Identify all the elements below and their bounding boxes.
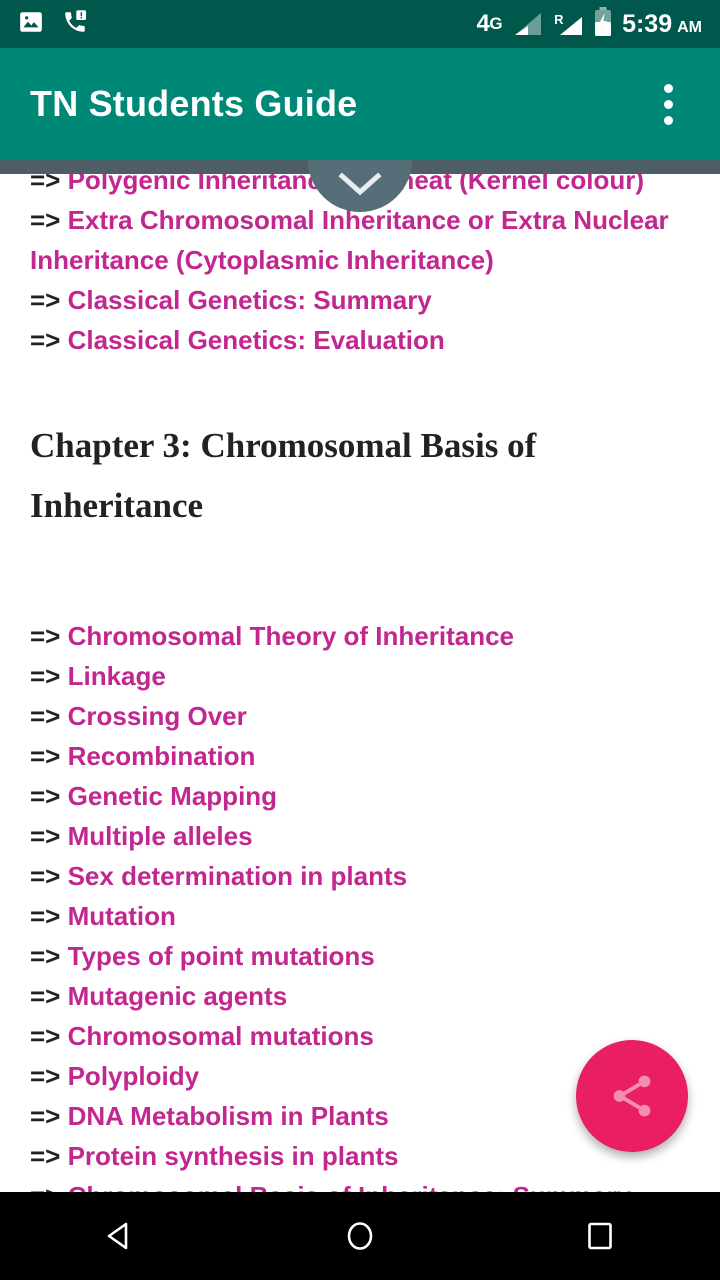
content-link[interactable]: Mutation: [68, 901, 176, 931]
signal-bars-sim2-roaming-icon: R: [552, 9, 584, 39]
content-link[interactable]: Extra Chromosomal Inheritance or Extra N…: [30, 205, 669, 275]
content-link-row[interactable]: => Chromosomal Theory of Inheritance: [30, 616, 690, 656]
content-link-row[interactable]: => Classical Genetics: Evaluation: [30, 320, 690, 360]
arrow-marker-icon: =>: [30, 1101, 68, 1131]
content-link[interactable]: Mutagenic agents: [68, 981, 288, 1011]
content-link-row[interactable]: => Sex determination in plants: [30, 856, 690, 896]
app-screen: 4G R 5:39 AM TN Students Guide => Polyge…: [0, 0, 720, 1280]
network-type-label: 4G: [476, 10, 503, 37]
content-link[interactable]: DNA Metabolism in Plants: [68, 1101, 389, 1131]
battery-charging-icon: [593, 6, 613, 42]
photo-icon: [18, 9, 44, 40]
content-link[interactable]: Linkage: [68, 661, 166, 691]
content-link-row[interactable]: => Mutation: [30, 896, 690, 936]
chevron-down-icon: [338, 172, 382, 196]
status-bar-system-icons: 4G R 5:39 AM: [476, 6, 702, 42]
overflow-menu-icon[interactable]: [646, 72, 690, 136]
status-bar-clock: 5:39 AM: [622, 9, 702, 38]
content-link[interactable]: Chromosomal Theory of Inheritance: [68, 621, 514, 651]
arrow-marker-icon: =>: [30, 661, 68, 691]
content-link[interactable]: Chromosomal Basis of Inheritance: Summar…: [68, 1181, 631, 1192]
content-link[interactable]: Multiple alleles: [68, 821, 253, 851]
document-body: => Polygenic Inheritance in Wheat (Kerne…: [0, 160, 720, 1192]
clock-ampm: AM: [677, 18, 702, 36]
overflow-dot: [663, 83, 673, 93]
content-link[interactable]: Classical Genetics: Evaluation: [68, 325, 445, 355]
arrow-marker-icon: =>: [30, 285, 68, 315]
arrow-marker-icon: =>: [30, 205, 68, 235]
content-link-row[interactable]: => Multiple alleles: [30, 816, 690, 856]
content-link[interactable]: Sex determination in plants: [68, 861, 408, 891]
overflow-dot: [663, 115, 673, 125]
content-link[interactable]: Protein synthesis in plants: [68, 1141, 399, 1171]
arrow-marker-icon: =>: [30, 821, 68, 851]
arrow-marker-icon: =>: [30, 621, 68, 651]
share-fab[interactable]: [576, 1040, 688, 1152]
share-icon: [613, 1075, 651, 1117]
content-link[interactable]: Classical Genetics: Summary: [68, 285, 432, 315]
content-link[interactable]: Types of point mutations: [68, 941, 375, 971]
app-toolbar: TN Students Guide: [0, 48, 720, 160]
nav-home-button[interactable]: [300, 1192, 420, 1280]
status-bar-notification-icons: [18, 9, 88, 40]
arrow-marker-icon: =>: [30, 325, 68, 355]
content-link[interactable]: Genetic Mapping: [68, 781, 277, 811]
signal-bars-sim1-icon: [511, 9, 543, 39]
content-link-row[interactable]: => Extra Chromosomal Inheritance or Extr…: [30, 200, 690, 280]
arrow-marker-icon: =>: [30, 1061, 68, 1091]
content-link-row[interactable]: => Chromosomal Basis of Inheritance: Sum…: [30, 1176, 690, 1192]
status-bar: 4G R 5:39 AM: [0, 0, 720, 48]
content-link-row[interactable]: => Recombination: [30, 736, 690, 776]
arrow-marker-icon: =>: [30, 861, 68, 891]
content-link[interactable]: Crossing Over: [68, 701, 247, 731]
content-link-row[interactable]: => Linkage: [30, 656, 690, 696]
nav-back-button[interactable]: [60, 1192, 180, 1280]
arrow-marker-icon: =>: [30, 941, 68, 971]
content-link[interactable]: Recombination: [68, 741, 256, 771]
content-link-row[interactable]: => Types of point mutations: [30, 936, 690, 976]
content-link[interactable]: Polyploidy: [68, 1061, 199, 1091]
arrow-marker-icon: =>: [30, 901, 68, 931]
missed-call-icon: [62, 9, 88, 40]
content-link-row[interactable]: => Classical Genetics: Summary: [30, 280, 690, 320]
content-link-row[interactable]: => Mutagenic agents: [30, 976, 690, 1016]
arrow-marker-icon: =>: [30, 981, 68, 1011]
arrow-marker-icon: =>: [30, 701, 68, 731]
arrow-marker-icon: =>: [30, 1021, 68, 1051]
page-title: TN Students Guide: [30, 83, 358, 124]
arrow-marker-icon: =>: [30, 1181, 68, 1192]
arrow-marker-icon: =>: [30, 781, 68, 811]
arrow-marker-icon: =>: [30, 1141, 68, 1171]
content-scroll-area[interactable]: => Polygenic Inheritance in Wheat (Kerne…: [0, 160, 720, 1192]
overflow-dot: [663, 99, 673, 109]
back-triangle-icon: [107, 1222, 128, 1250]
content-link-row[interactable]: => Protein synthesis in plants: [30, 1136, 690, 1176]
chapter-heading: Chapter 3: Chromosomal Basis of Inherita…: [30, 426, 537, 525]
android-navigation-bar: [0, 1192, 720, 1280]
clock-time: 5:39: [622, 9, 673, 38]
content-link[interactable]: Chromosomal mutations: [68, 1021, 374, 1051]
recents-square-icon: [588, 1222, 612, 1250]
nav-recents-button[interactable]: [540, 1192, 660, 1280]
content-link-row[interactable]: => Chromosomal mutations: [30, 1016, 690, 1056]
content-link-row[interactable]: => Genetic Mapping: [30, 776, 690, 816]
arrow-marker-icon: =>: [30, 741, 68, 771]
home-circle-icon: [347, 1222, 373, 1250]
content-link-row[interactable]: => Crossing Over: [30, 696, 690, 736]
